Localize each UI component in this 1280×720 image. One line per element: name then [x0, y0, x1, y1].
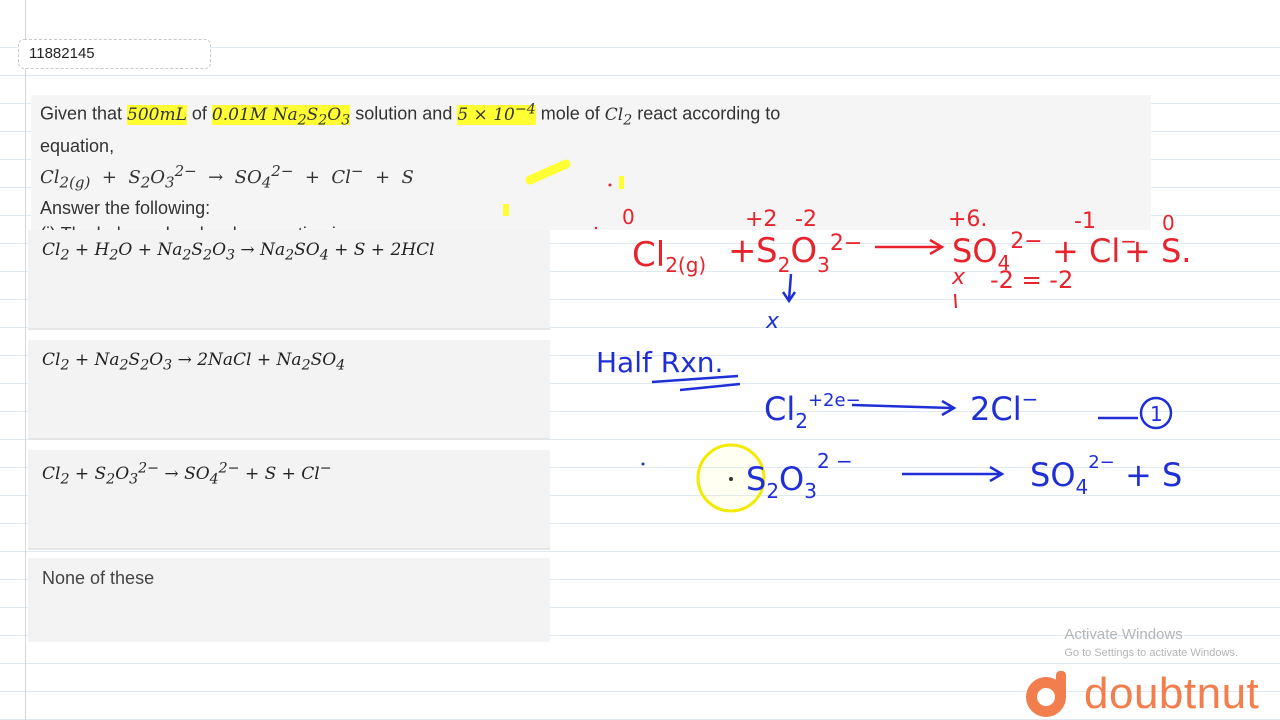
half-eq1-right: 2Cl− — [970, 387, 1038, 428]
red-x: x — [951, 265, 966, 290]
blue-dot — [641, 462, 645, 466]
red-tick — [954, 293, 957, 309]
half-eq1-left: Cl2+2e− — [764, 390, 861, 433]
heading-underline — [679, 382, 741, 392]
highlighter-mark — [503, 204, 509, 216]
half-eq1-arrow — [851, 403, 953, 410]
red-plus: + — [728, 231, 757, 271]
red-dot — [608, 183, 612, 187]
tag-number: 1 — [1150, 402, 1163, 426]
blue-working: Half Rxn. Cl2+2e− 2Cl− 1 S2O32 − SO42− +… — [596, 346, 1182, 513]
highlighter-mark — [525, 159, 571, 185]
highlighter-mark — [619, 176, 624, 189]
ox-state-s: +2 — [745, 207, 777, 232]
watermark-line-2: Go to Settings to activate Windows. — [1064, 647, 1238, 659]
ox-state-cl-minus: -1 — [1074, 209, 1096, 234]
ox-state-cl: 0 — [622, 205, 635, 229]
handwriting-layer: 0 +2 -2 +6. -1 0 Cl2(g) + S2O32− SO42− +… — [503, 159, 1191, 513]
red-reactant-cl2: Cl2(g) — [632, 235, 706, 277]
ox-state-s-product: +6. — [948, 207, 987, 232]
doubtnut-logo-icon — [1026, 671, 1066, 717]
brand-name: doubtnut — [1084, 669, 1260, 718]
half-eq2-left: S2O32 − — [746, 449, 853, 503]
cursor-dot — [729, 477, 733, 481]
red-working: 0 +2 -2 +6. -1 0 Cl2(g) + S2O32− SO42− +… — [594, 183, 1191, 334]
windows-activation-watermark: Activate Windows Go to Settings to activ… — [1064, 626, 1238, 659]
half-rxn-heading: Half Rxn. — [596, 346, 723, 379]
blue-x: x — [765, 309, 780, 334]
red-solve: -2 = -2 — [990, 266, 1073, 294]
doubtnut-logo: doubtnut — [1022, 668, 1259, 720]
watermark-line-1: Activate Windows — [1064, 626, 1183, 643]
red-s: + S. — [1124, 232, 1191, 270]
half-eq2-right: SO42− + S — [1030, 452, 1182, 499]
blue-down-arrow — [787, 273, 793, 301]
red-dot — [594, 226, 598, 230]
ox-state-o: -2 — [795, 207, 817, 232]
red-s2o3: S2O32− — [756, 231, 862, 277]
